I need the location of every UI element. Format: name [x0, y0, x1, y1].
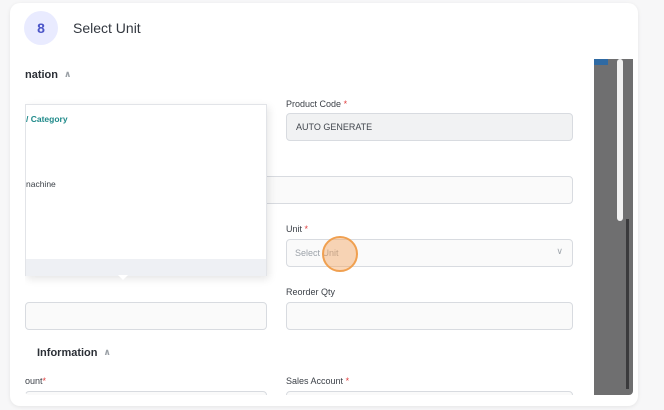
account-label: ount*	[25, 376, 46, 386]
product-code-label-text: Product Code	[286, 99, 342, 109]
unit-label: Unit *	[286, 224, 308, 234]
dropdown-item-highlighted[interactable]	[26, 259, 266, 276]
product-code-label: Product Code *	[286, 99, 347, 109]
section-title-1[interactable]: nation ∧	[25, 69, 71, 81]
step-title: Select Unit	[73, 20, 141, 36]
dropdown-menu: / Category nachine	[25, 104, 267, 276]
required-mark: *	[304, 224, 309, 234]
step-number-badge: 8	[24, 11, 58, 45]
sales-account-select[interactable]	[286, 391, 573, 395]
required-mark: *	[345, 376, 350, 386]
scrollbar-thumb[interactable]	[617, 59, 623, 221]
section-title-2[interactable]: Information ∧	[37, 347, 111, 359]
step-header: 8 Select Unit	[24, 11, 141, 45]
left-input-field[interactable]	[25, 302, 267, 330]
reorder-qty-label: Reorder Qty	[286, 287, 336, 297]
section-title-1-label: nation	[25, 69, 58, 81]
chevron-up-icon[interactable]: ∧	[104, 347, 111, 358]
section-title-2-label: Information	[37, 347, 98, 359]
dropdown-item-category[interactable]: / Category	[26, 114, 68, 124]
reorder-qty-input[interactable]	[286, 302, 573, 330]
dropdown-pointer	[118, 275, 128, 280]
chevron-down-icon[interactable]: ∨	[556, 246, 563, 257]
required-mark: *	[343, 99, 348, 109]
sales-account-label-text: Sales Account	[286, 376, 344, 386]
sales-account-label: Sales Account *	[286, 376, 349, 386]
unit-label-text: Unit	[286, 224, 303, 234]
screenshot-panel: nation ∧ Product Code * AUTO GENERATE Uni…	[25, 59, 633, 395]
chevron-up-icon[interactable]: ∧	[64, 69, 71, 80]
account-label-text: ount	[25, 376, 43, 386]
product-code-value: AUTO GENERATE	[296, 122, 373, 132]
account-select[interactable]	[25, 391, 267, 395]
required-mark: *	[42, 376, 47, 386]
dropdown-item-machine[interactable]: nachine	[26, 179, 56, 189]
scroll-top-marker	[594, 59, 608, 65]
click-indicator	[322, 236, 358, 272]
step-card: 8 Select Unit nation ∧ Product Code * AUT…	[10, 3, 638, 406]
scrollbar-shadow	[626, 219, 629, 389]
product-code-field: AUTO GENERATE	[286, 113, 573, 141]
